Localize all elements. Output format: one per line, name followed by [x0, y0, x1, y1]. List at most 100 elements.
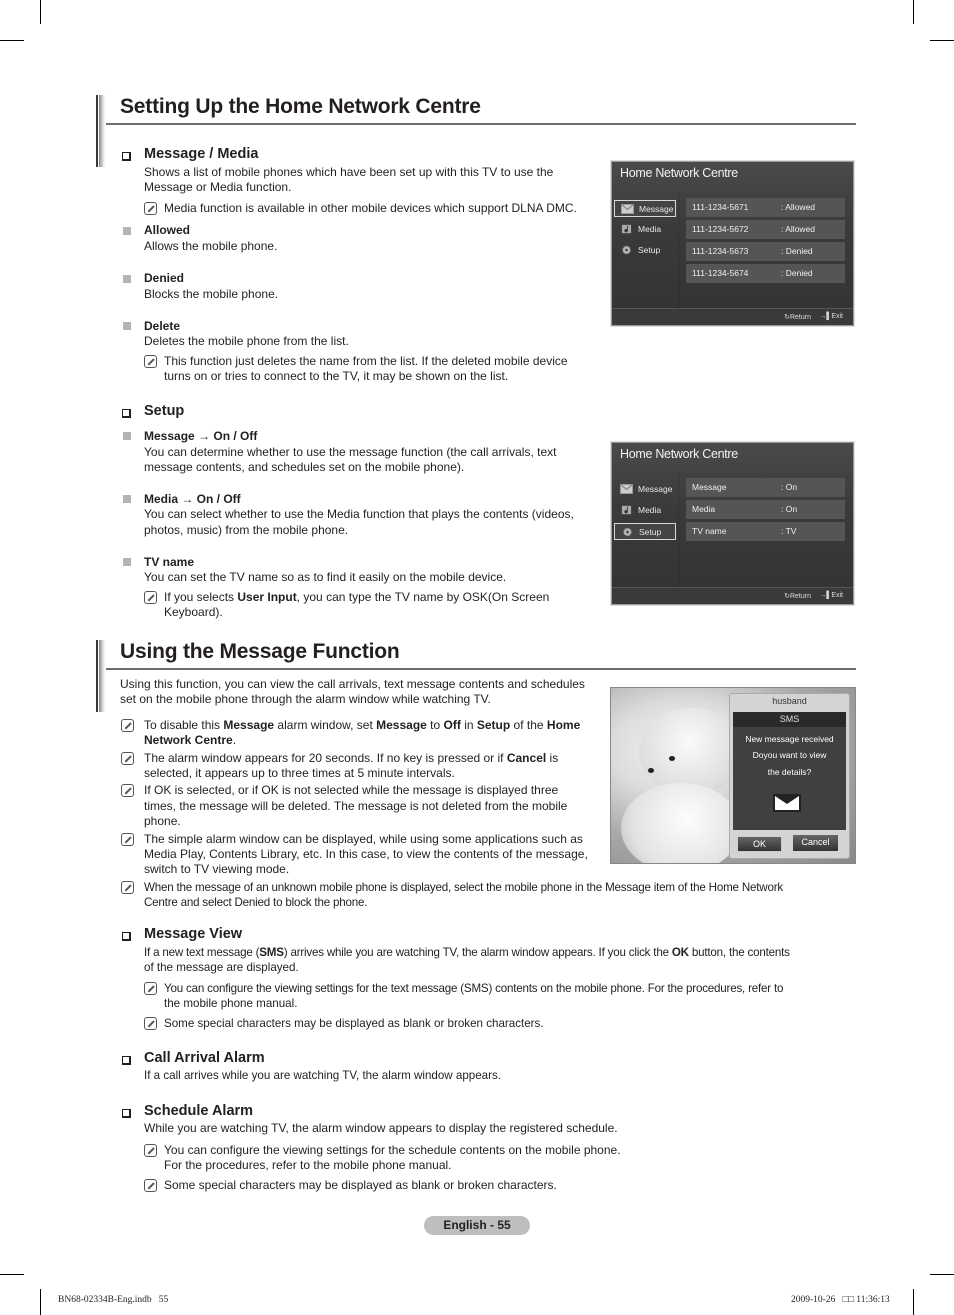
note-text: The simple alarm window can be displayed…	[144, 832, 583, 846]
envelope-icon	[773, 794, 801, 812]
note-text: If you selects User Input, you can type …	[164, 590, 549, 605]
tv-sidebar: Message Media Setup	[612, 477, 678, 591]
setting-row[interactable]: Media: On	[686, 500, 845, 519]
note-text: The alarm window appears for 20 seconds.…	[144, 751, 604, 781]
note-text-part: to	[426, 718, 444, 732]
note-text-bold: Home	[546, 718, 581, 732]
bear-eye	[669, 756, 675, 761]
note-text: Some special characters may be displayed…	[164, 1178, 557, 1192]
item-desc: Blocks the mobile phone.	[144, 287, 279, 301]
footer-timestamp: 2009-10-26 □□ 11:36:13	[791, 1295, 890, 1305]
note-icon	[121, 719, 134, 732]
note-text: Media Play, Contents Library, etc. In th…	[144, 847, 588, 861]
alarm-message: Doyou want to view	[752, 750, 827, 760]
text-bold: SMS	[259, 946, 284, 959]
tv-screen-title: Home Network Centre	[620, 447, 738, 461]
note-icon	[144, 982, 157, 995]
tv-menu-setup[interactable]: Setup	[614, 242, 676, 259]
section-rule	[106, 123, 856, 125]
phone-row[interactable]: 111-1234-5674: Denied	[686, 264, 845, 283]
note-icon	[144, 1017, 157, 1030]
return-button[interactable]: ↻Return	[784, 592, 811, 600]
crop-mark	[40, 0, 41, 24]
note-text-bold: Cancel	[506, 751, 547, 765]
tv-menu-media[interactable]: Media	[614, 221, 676, 238]
note-text-part: is	[546, 751, 559, 765]
note-text: To disable this Message alarm window, se…	[144, 718, 604, 748]
note-text: This function just deletes the name from…	[164, 354, 568, 368]
note-icon	[144, 591, 157, 604]
tv-screen-message-list: Home Network Centre Message Media Setup …	[610, 160, 855, 327]
tv-menu-label: Setup	[638, 245, 661, 255]
tv-divider	[678, 192, 680, 310]
media-icon	[621, 505, 632, 515]
note-text: Some special characters may be displayed…	[164, 1017, 544, 1030]
exit-button[interactable]: →▌Exit	[819, 592, 843, 599]
section-title: Using the Message Function	[120, 640, 400, 663]
phone-row[interactable]: 111-1234-5673: Denied	[686, 242, 845, 261]
square-bullet-icon	[123, 558, 131, 566]
return-button[interactable]: ↻Return	[784, 313, 811, 321]
body-text: If a new text message (SMS) arrives whil…	[144, 945, 790, 960]
subheading-setup: Setup	[144, 403, 185, 419]
tv-menu-message[interactable]: Message	[614, 481, 676, 498]
note-text: turns on or tries to connect to the TV, …	[164, 369, 509, 383]
note-text-part: To disable this	[144, 718, 224, 732]
tv-screen-setup: Home Network Centre Message Media Setup …	[610, 441, 855, 606]
square-bullet-icon	[123, 227, 131, 235]
note-text: Keyboard).	[164, 605, 223, 619]
text-bold: OK	[671, 946, 689, 959]
setting-row[interactable]: TV name: TV	[686, 522, 845, 541]
note-icon	[121, 881, 134, 894]
checkbox-bullet-icon	[122, 932, 131, 941]
tv-menu-media[interactable]: Media	[614, 502, 676, 519]
crop-mark	[913, 1289, 914, 1315]
exit-icon: →▌	[819, 313, 832, 320]
tv-menu-label: Media	[638, 505, 662, 515]
crop-mark	[930, 40, 954, 41]
subheading-message-view: Message View	[144, 926, 243, 942]
tv-screen-title: Home Network Centre	[620, 166, 738, 180]
note-icon	[121, 833, 134, 846]
envelope-icon	[621, 204, 634, 214]
note-text-part: in	[460, 718, 477, 732]
setting-value: : TV	[781, 526, 797, 536]
footer-file: BN68-02334B-Eng.indb 55	[58, 1295, 169, 1305]
phone-row[interactable]: 111-1234-5671: Allowed	[686, 198, 845, 217]
alarm-body: SMS New message received Doyou want to v…	[733, 712, 846, 830]
note-text: Centre and select Denied to block the ph…	[144, 896, 368, 909]
gear-icon	[623, 527, 632, 537]
tv-menu-label: Message	[638, 484, 673, 494]
ok-button[interactable]: OK	[737, 836, 782, 852]
note-text: You can configure the viewing settings f…	[164, 982, 784, 995]
tv-menu-message[interactable]: Message	[614, 200, 676, 217]
checkbox-bullet-icon	[122, 152, 131, 161]
exit-button[interactable]: →▌Exit	[819, 313, 843, 320]
tv-menu-setup[interactable]: Setup	[614, 523, 676, 540]
note-text-part: The alarm window appears for 20 seconds.…	[144, 751, 507, 765]
note-icon	[144, 1179, 157, 1192]
checkbox-bullet-icon	[122, 1109, 131, 1118]
item-desc: message contents, and schedules set on t…	[144, 460, 465, 474]
exit-icon: →▌	[819, 592, 832, 599]
phone-row[interactable]: 111-1234-5672: Allowed	[686, 220, 845, 239]
note-text-bold: User Input	[237, 590, 297, 604]
square-bullet-icon	[123, 495, 131, 503]
note-text: Media function is available in other mob…	[164, 201, 577, 215]
phone-number: 111-1234-5671	[692, 202, 749, 212]
body-text: While you are watching TV, the alarm win…	[144, 1121, 618, 1135]
checkbox-bullet-icon	[122, 1056, 131, 1065]
envelope-icon	[620, 484, 633, 494]
note-text: times, the message will be deleted. The …	[144, 799, 568, 813]
note-text: If OK is selected, or if OK is not selec…	[144, 783, 559, 797]
gear-icon	[622, 245, 631, 255]
setting-row[interactable]: Message: On	[686, 478, 845, 497]
cancel-button[interactable]: Cancel	[793, 835, 838, 851]
item-title-media-onoff: Media → On / Off	[144, 492, 241, 506]
section-rule	[106, 668, 856, 670]
crop-mark	[930, 1274, 954, 1275]
polar-bear-image	[621, 783, 741, 863]
section-bar	[96, 640, 106, 712]
tv-sidebar: Message Media Setup	[612, 196, 678, 310]
phone-status: : Denied	[781, 268, 813, 278]
